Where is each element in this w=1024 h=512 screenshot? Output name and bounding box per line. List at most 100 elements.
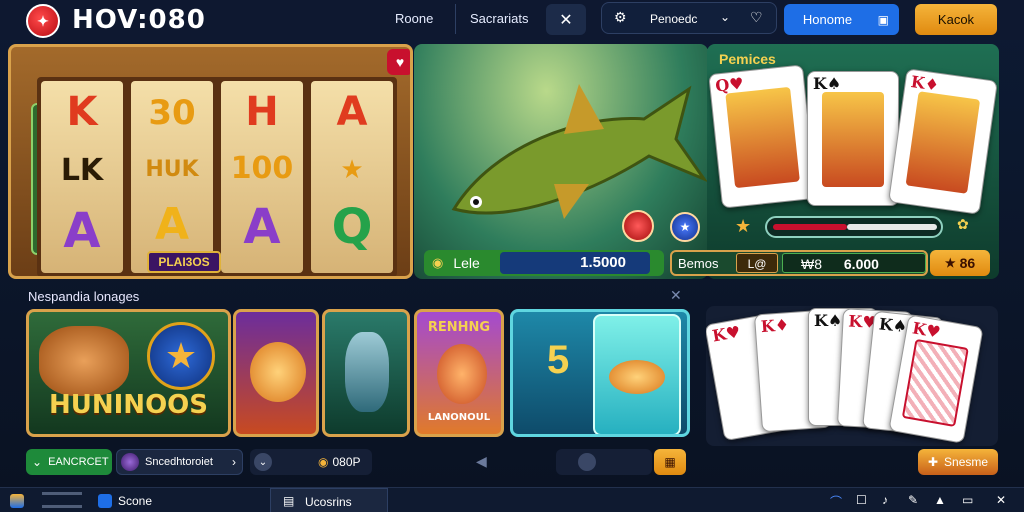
card-rank: K♠ (878, 314, 909, 337)
tile-subtitle: LANONOUL (427, 412, 491, 423)
document-icon: ▤ (283, 494, 295, 508)
tile-title: HUNINOOS (49, 390, 208, 420)
seahorse-art (345, 332, 389, 412)
display-icon[interactable]: ▭ (962, 493, 973, 507)
close-button[interactable]: ✕ (546, 4, 586, 35)
footer-amount-field[interactable]: ⌄ ◉ 080P (250, 449, 372, 475)
tile-number: 5 (547, 338, 570, 382)
taskbar-active-app[interactable]: ▤ Ucosrins (270, 488, 388, 512)
reel-symbol: 30 (148, 93, 196, 133)
selector-label: Penoedc (650, 12, 698, 26)
plays-badge: PLAI3OS (147, 251, 221, 273)
close-icon[interactable]: ✕ (996, 493, 1006, 507)
progress-fill (773, 224, 847, 230)
footer-mid-label: Sncedhtoroiet (145, 456, 213, 468)
game-tile-aqua[interactable]: 5 (510, 309, 690, 437)
logo-mark: ✦ (37, 12, 49, 29)
reel-2: 30 HUK A (131, 81, 213, 273)
coin-icon: ◉ (432, 255, 444, 270)
star-icon: ★ (944, 256, 956, 270)
slot-reels: K LK A 30 HUK A H 100 A A ★ Q (37, 77, 397, 276)
footer-slider[interactable] (556, 449, 652, 475)
chevron-down-icon: ⌄ (254, 453, 272, 471)
snesme-button[interactable]: ✚ Snesme (918, 449, 998, 475)
fish-illustration (451, 84, 708, 219)
casino-app: ✦ HOV:080 Roone Sacrariats ✕ ⚙ Penoedc ⌄… (0, 0, 1024, 512)
honome-button[interactable]: Honome ▣ (784, 4, 899, 35)
reel-symbol: HUK (145, 157, 199, 182)
kacok-button[interactable]: Kacok (915, 4, 997, 35)
game-tile-goldfish[interactable] (233, 309, 319, 437)
reel-symbol: LK (60, 153, 104, 188)
monster-art (39, 326, 129, 396)
avatar (121, 453, 139, 471)
card-spread-panel: K♥ K♦ K♠ K♥ K♠ K♥ (706, 306, 998, 446)
slot-machine-panel: 8 2 1 ♥ K LK A 30 HUK A H 100 A A ★ (8, 44, 413, 279)
card-game-panel: Pemices Q♥ K♠ K♦ ★ ✿ (707, 44, 999, 279)
playing-card[interactable]: K♠ (807, 71, 899, 206)
card-rank: K♥ (710, 321, 742, 346)
wallet-icon: ▣ (877, 12, 889, 27)
goldfish-art (250, 342, 306, 402)
reel-symbol: A (243, 199, 281, 255)
wifi-icon[interactable]: ⌒ (830, 493, 842, 510)
bet-bar: Bemos L@ ₩8 6.000 (670, 250, 928, 276)
game-tile-huninoos[interactable]: ★ HUNINOOS (26, 309, 231, 437)
progress-rest (847, 224, 937, 230)
playing-card[interactable]: Q♥ (708, 64, 817, 209)
honome-label: Honome (802, 12, 853, 27)
reel-symbol: A (154, 199, 190, 250)
card-rank: K♦ (760, 315, 790, 337)
chevron-down-icon: ⌄ (720, 10, 731, 24)
footer-mid-dropdown[interactable]: Sncedhtoroiet › (116, 449, 243, 475)
network-icon[interactable]: ▲ (934, 493, 946, 507)
penoedc-selector[interactable]: ⚙ Penoedc ⌄ ♡ (601, 2, 777, 34)
bet-box[interactable]: L@ (736, 253, 778, 273)
nav-link-roone[interactable]: Roone (395, 11, 433, 26)
grid-icon: ▦ (664, 455, 676, 469)
reel-symbol: K (66, 89, 98, 135)
grid-button[interactable]: ▦ (654, 449, 686, 475)
footer-left-button[interactable]: ⌄ EANCRCET (26, 449, 112, 475)
favorite-button[interactable]: ♥ (387, 49, 410, 75)
nav-link-sacrariats[interactable]: Sacrariats (470, 11, 529, 26)
fish-game-panel: ★ (414, 44, 708, 279)
bet-amount-button[interactable]: ★ 86 (930, 250, 990, 276)
arrow-left-icon[interactable]: ◀ (476, 453, 487, 470)
game-tile-renhng[interactable]: RENHNG LANONOUL (414, 309, 504, 437)
bet-prefix: ₩8 (801, 256, 822, 272)
red-orb-button[interactable] (622, 210, 654, 242)
volume-icon[interactable]: ♪ (882, 493, 888, 507)
progress-bar (765, 216, 943, 238)
settings-icon: ⚙ (614, 9, 627, 25)
game-tile-seahorse[interactable] (322, 309, 410, 437)
logo[interactable]: ✦ (26, 4, 60, 38)
taskbar-app-label[interactable]: Scone (118, 494, 152, 508)
star-badge-icon: ★ (147, 322, 215, 390)
app-icon[interactable] (10, 494, 24, 508)
heart-icon: ♡ (750, 9, 763, 25)
close-icon[interactable]: ✕ (670, 287, 682, 304)
taskbar-center-label: Ucosrins (305, 495, 352, 509)
brand-title: HOV:080 (72, 5, 206, 35)
blue-orb-button[interactable]: ★ (670, 212, 700, 242)
card-art (905, 91, 981, 194)
bet-label: Bemos (678, 255, 719, 271)
balance-label: Lele (453, 255, 480, 271)
tile-title: RENHNG (427, 320, 491, 335)
taskbar: Scone ▤ Ucosrins ⌒ ☐ ♪ ✎ ▲ ▭ ✕ (0, 487, 1024, 512)
coin-icon: ◉ (318, 455, 329, 469)
chat-icon[interactable]: ☐ (856, 493, 867, 507)
taskbar-tiny-text (42, 492, 82, 508)
bet-amount: 86 (959, 255, 976, 271)
notification-icon[interactable]: ✎ (908, 493, 918, 507)
reel-1: K LK A (41, 81, 123, 273)
playing-card[interactable]: K♦ (888, 68, 998, 215)
reel-symbol: H (245, 89, 279, 135)
window-icon[interactable] (98, 494, 112, 508)
star-icon: ★ (679, 220, 691, 234)
cards-title: Pemices (719, 51, 776, 67)
card-stack (593, 314, 681, 434)
card-rank: K♠ (814, 311, 843, 330)
card-rank: K♥ (910, 318, 943, 342)
